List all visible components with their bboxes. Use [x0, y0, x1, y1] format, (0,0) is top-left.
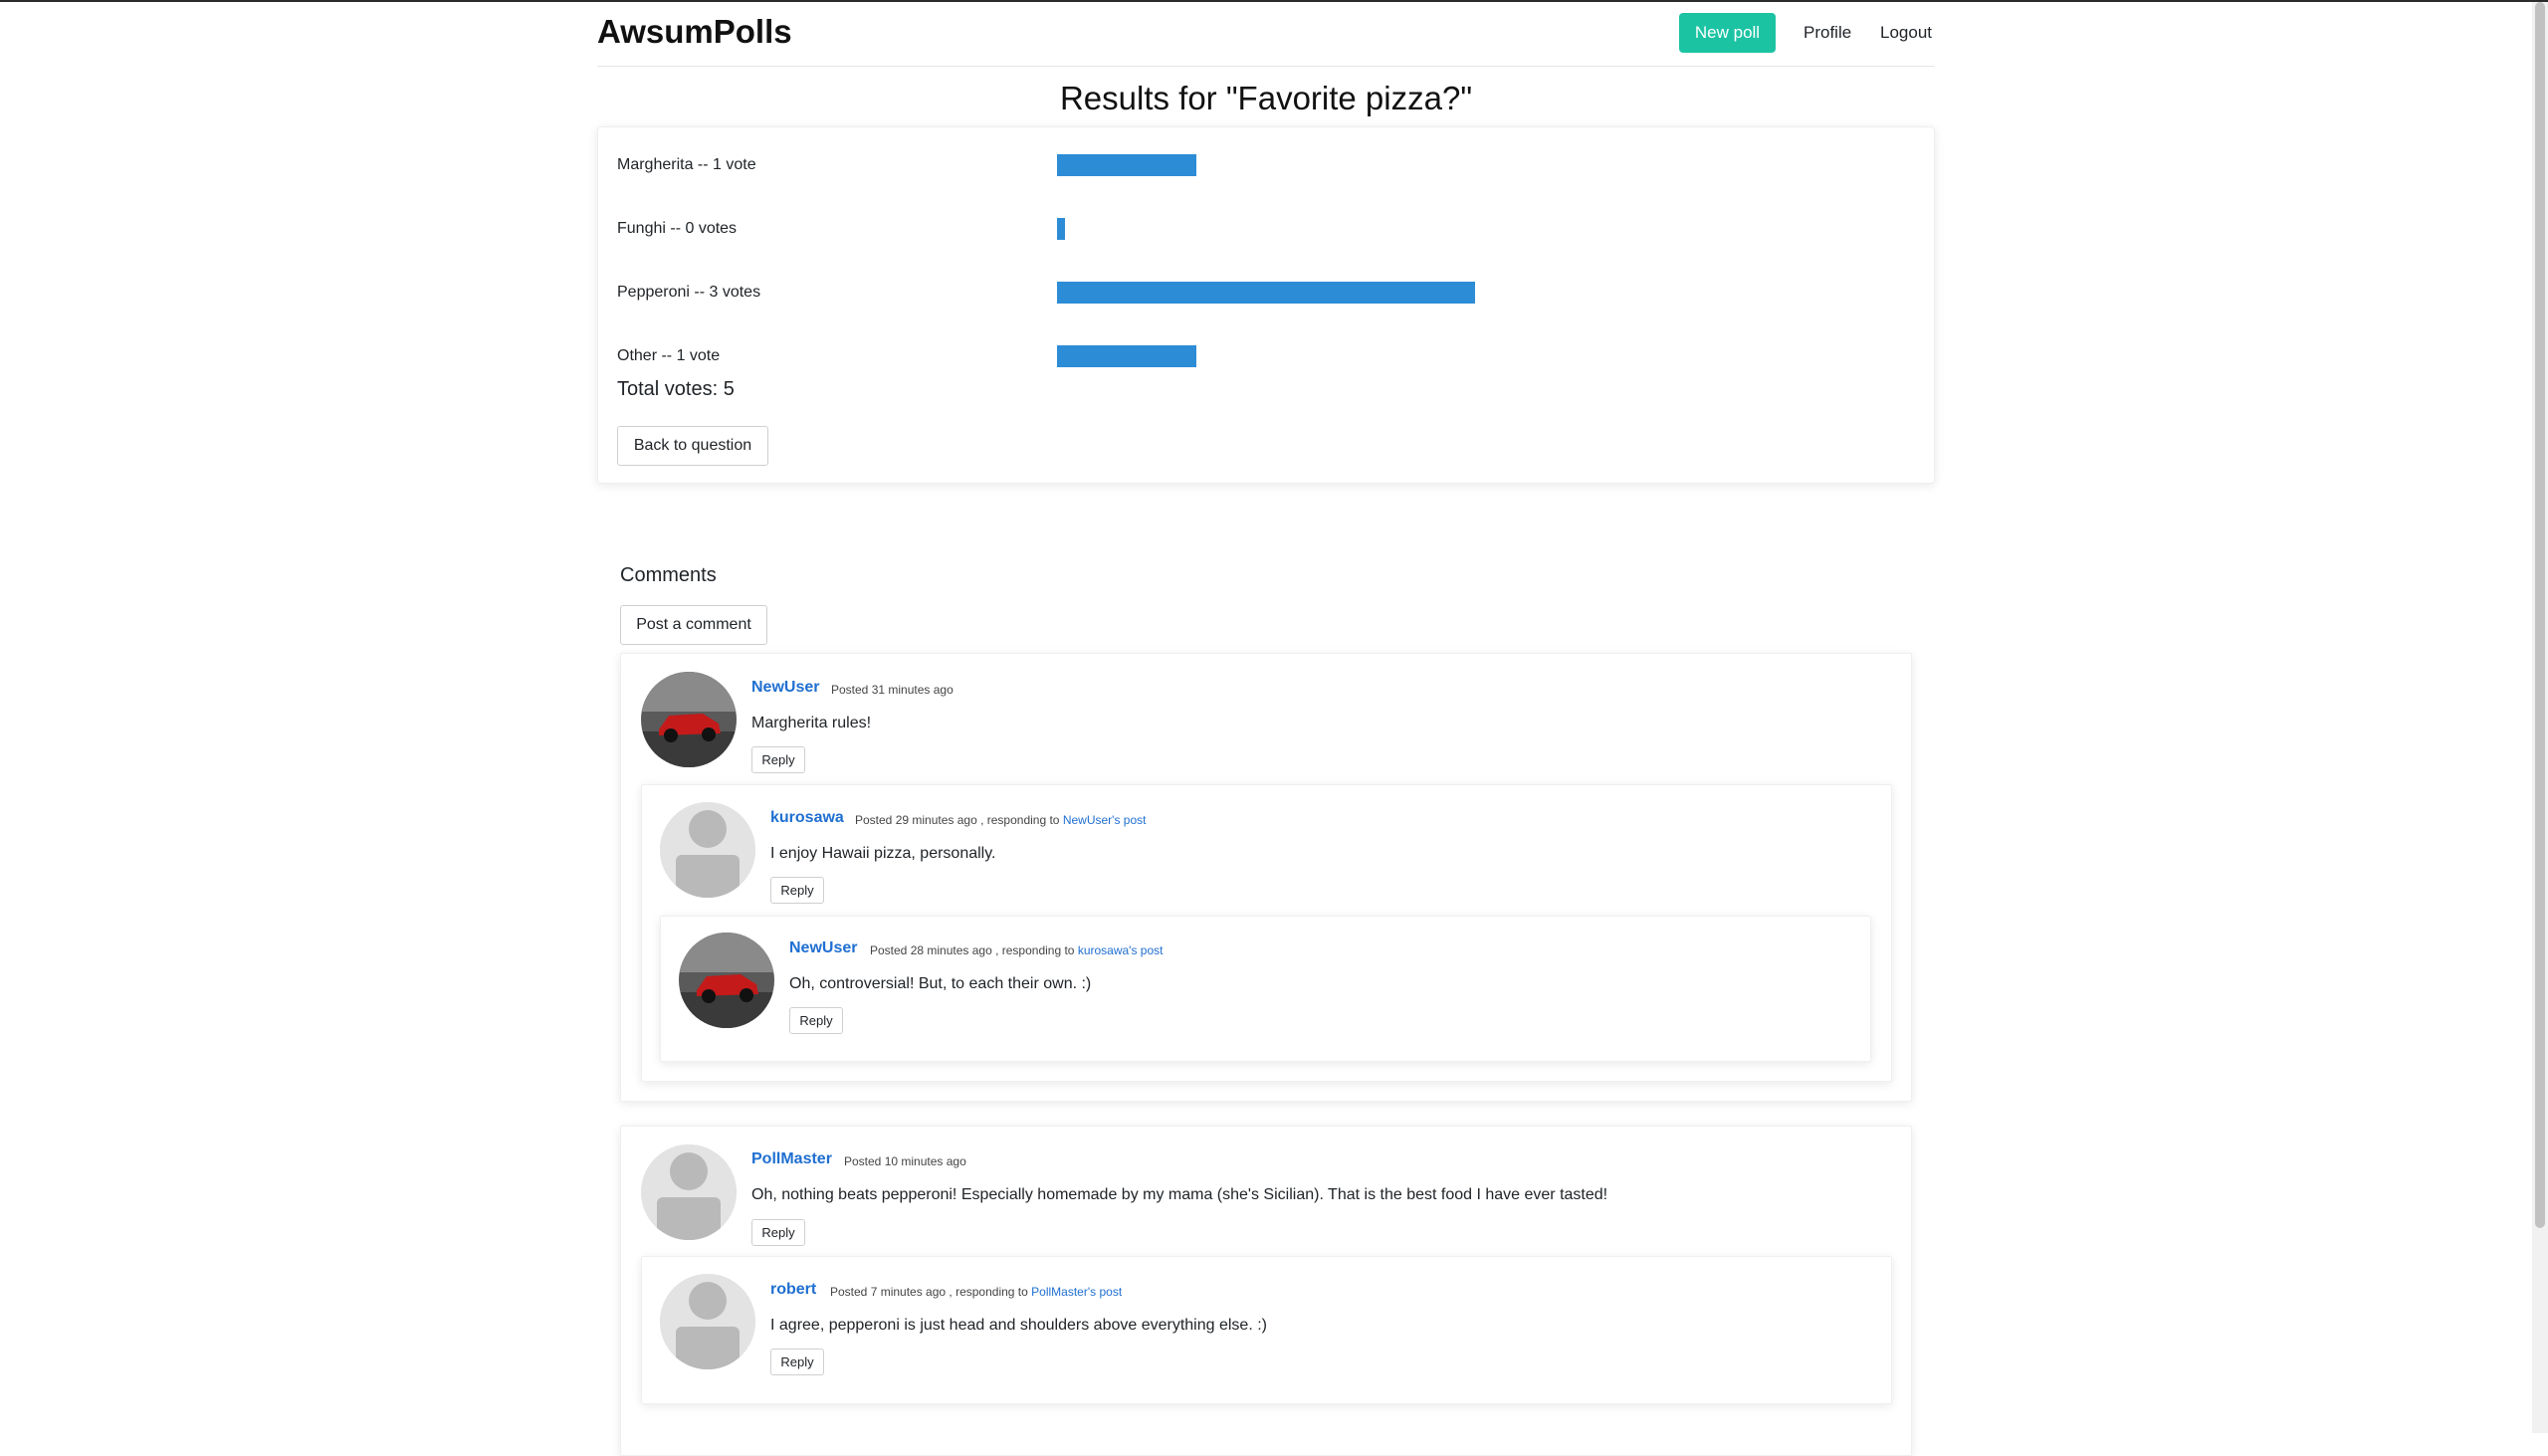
user-avatar-car-photo[interactable] [641, 672, 737, 767]
user-avatar-car-photo[interactable] [679, 933, 774, 1028]
parent-post-link[interactable]: PollMaster's post [1031, 1285, 1122, 1299]
comment-author[interactable]: PollMaster [751, 1150, 832, 1168]
posted-time: Posted 28 minutes ago [870, 943, 992, 957]
comment-text: I enjoy Hawaii pizza, personally. [770, 845, 996, 862]
result-bar-fill [1057, 218, 1065, 240]
logout-link[interactable]: Logout [1880, 23, 1932, 43]
comment-card: PollMaster Posted 10 minutes ago Oh, not… [620, 1126, 1912, 1456]
comment-author[interactable]: NewUser [751, 679, 819, 697]
default-user-icon [641, 1144, 737, 1240]
default-user-icon [660, 802, 755, 898]
navbar: AwsumPolls New poll Profile Logout [597, 0, 1935, 67]
result-bar-fill [1057, 154, 1196, 176]
comment-meta: Posted 28 minutes ago , responding to ku… [870, 943, 1164, 957]
car-photo-icon [679, 933, 774, 1028]
user-avatar-default[interactable] [660, 1274, 755, 1369]
comment-author[interactable]: kurosawa [770, 809, 844, 827]
comment-meta: Posted 10 minutes ago [844, 1154, 966, 1168]
parent-post-link[interactable]: NewUser's post [1063, 813, 1147, 827]
parent-post-link[interactable]: kurosawa's post [1078, 943, 1164, 957]
comment-card: kurosawa Posted 29 minutes ago , respond… [641, 784, 1892, 1082]
responding-text: , responding to [995, 943, 1075, 957]
posted-time: Posted 29 minutes ago [855, 813, 977, 827]
results-card: Margherita -- 1 vote Funghi -- 0 votes P… [597, 126, 1935, 484]
reply-button[interactable]: Reply [770, 877, 824, 904]
result-bar-fill [1057, 345, 1196, 367]
back-to-question-button[interactable]: Back to question [617, 426, 768, 466]
option-label-other: Other -- 1 vote [617, 347, 721, 364]
reply-button[interactable]: Reply [770, 1349, 824, 1375]
responding-text: , responding to [980, 813, 1060, 827]
page-title: Results for "Favorite pizza?" [1059, 80, 1473, 116]
result-bar-funghi [1057, 218, 1754, 240]
profile-link[interactable]: Profile [1804, 23, 1851, 43]
responding-text: , responding to [949, 1285, 1028, 1299]
reply-button[interactable]: Reply [751, 1219, 805, 1246]
comment-meta: Posted 7 minutes ago , responding to Pol… [830, 1285, 1122, 1299]
total-votes: Total votes: 5 [617, 378, 735, 400]
comment-author[interactable]: NewUser [789, 939, 857, 957]
post-comment-button[interactable]: Post a comment [620, 605, 767, 645]
comment-card: NewUser Posted 28 minutes ago , respondi… [660, 916, 1871, 1062]
posted-time: Posted 7 minutes ago [830, 1285, 947, 1299]
posted-time: Posted 31 minutes ago [831, 683, 954, 697]
comment-text: Oh, controversial! But, to each their ow… [789, 975, 1092, 992]
result-bar-fill [1057, 282, 1475, 304]
comment-card: NewUser Posted 31 minutes ago Margherita… [620, 653, 1912, 1102]
comment-meta: Posted 29 minutes ago , responding to Ne… [855, 813, 1146, 827]
comment-text: Margherita rules! [751, 715, 872, 731]
comments-heading: Comments [620, 564, 717, 586]
car-photo-icon [641, 672, 737, 767]
result-bar-pepperoni [1057, 282, 1754, 304]
comment-meta: Posted 31 minutes ago [831, 683, 954, 697]
reply-button[interactable]: Reply [751, 746, 805, 773]
option-label-margherita: Margherita -- 1 vote [617, 156, 756, 173]
option-label-funghi: Funghi -- 0 votes [617, 220, 738, 237]
comment-author[interactable]: robert [770, 1281, 816, 1299]
page-container: AwsumPolls New poll Profile Logout Resul… [597, 0, 1935, 1456]
comment-card: robert Posted 7 minutes ago , responding… [641, 1256, 1892, 1404]
scrollbar-thumb[interactable] [2535, 2, 2545, 1228]
posted-time: Posted 10 minutes ago [844, 1154, 966, 1168]
comment-text: I agree, pepperoni is just head and shou… [770, 1317, 1267, 1334]
comment-text: Oh, nothing beats pepperoni! Especially … [751, 1186, 1608, 1203]
new-poll-button[interactable]: New poll [1679, 13, 1776, 53]
option-label-pepperoni: Pepperoni -- 3 votes [617, 284, 761, 301]
result-bar-other [1057, 345, 1754, 367]
default-user-icon [660, 1274, 755, 1369]
brand-logo[interactable]: AwsumPolls [597, 13, 792, 51]
page-scrollbar[interactable] [2532, 2, 2548, 1433]
result-bar-margherita [1057, 154, 1754, 176]
user-avatar-default[interactable] [641, 1144, 737, 1240]
reply-button[interactable]: Reply [789, 1007, 843, 1034]
user-avatar-default[interactable] [660, 802, 755, 898]
